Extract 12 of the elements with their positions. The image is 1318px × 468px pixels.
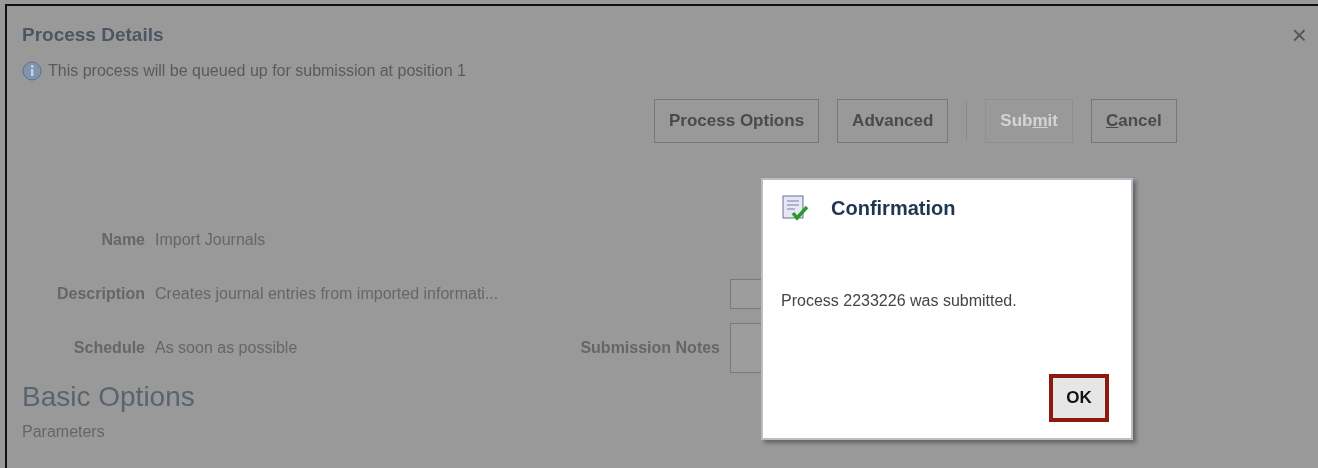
- cancel-button[interactable]: Cancel: [1091, 99, 1177, 143]
- close-icon[interactable]: ×: [1291, 22, 1307, 48]
- info-message: This process will be queued up for submission at position 1: [48, 62, 466, 80]
- advanced-button[interactable]: Advanced: [837, 99, 949, 143]
- dialog-title: Process Details: [22, 24, 164, 46]
- confirmation-message: Process 2233226 was submitted.: [781, 292, 1018, 310]
- dialog-title: Confirmation: [831, 196, 956, 220]
- document-check-icon: [781, 194, 809, 222]
- ok-button[interactable]: OK: [1049, 374, 1109, 422]
- info-icon: [22, 61, 42, 81]
- options-button[interactable]: Process Options: [654, 99, 820, 143]
- section-heading: Basic Options: [22, 381, 195, 413]
